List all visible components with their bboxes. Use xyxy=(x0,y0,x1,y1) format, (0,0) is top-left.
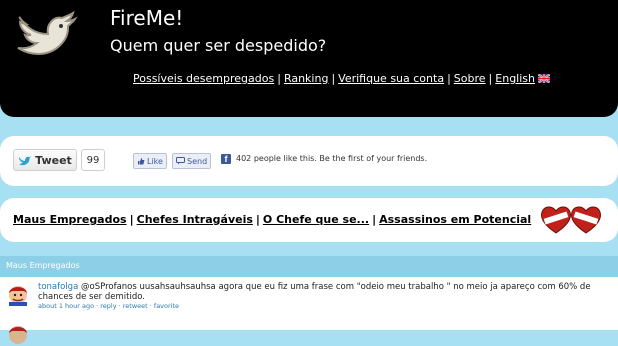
facebook-send-button[interactable]: Send xyxy=(172,153,212,169)
nav-link-verifique-conta[interactable]: Verifique sua conta xyxy=(338,72,444,85)
tweet-count: 99 xyxy=(81,149,105,171)
nav-link-english[interactable]: English xyxy=(495,72,535,85)
category-link-maus-empregados[interactable]: Maus Empregados xyxy=(13,213,127,226)
avatar[interactable] xyxy=(6,282,30,306)
thumbs-up-icon xyxy=(138,158,145,165)
tweet-username[interactable]: tonafolga xyxy=(38,282,78,292)
site-subtitle: Quem quer ser despedido? xyxy=(110,36,327,55)
hearts-icon xyxy=(541,206,601,234)
tweet-meta[interactable]: about 1 hour ago · reply · retweet · fav… xyxy=(38,302,606,311)
facebook-icon: f xyxy=(221,154,231,164)
section-title: Maus Empregados xyxy=(6,261,80,270)
nav-link-possiveis-desempregados[interactable]: Possíveis desempregados xyxy=(133,72,274,85)
tweet-list: tonafolga @oSProfanos uusahsauhsauhsa ag… xyxy=(0,277,618,344)
send-label: Send xyxy=(187,156,208,166)
uk-flag-icon[interactable] xyxy=(538,74,550,83)
twitter-bird-logo-icon xyxy=(17,10,78,56)
twitter-bird-icon xyxy=(19,155,32,165)
like-label: Like xyxy=(147,156,163,166)
category-link-o-chefe-que-se[interactable]: O Chefe que se... xyxy=(263,213,369,226)
tweet-button[interactable]: Tweet xyxy=(13,149,77,171)
facebook-like-button[interactable]: Like xyxy=(133,153,167,169)
list-item xyxy=(0,322,618,344)
main-nav: Possíveis desempregados | Ranking | Verifiqu… xyxy=(133,72,550,85)
social-share-bar: Tweet 99 Like Send f 402 people like thi… xyxy=(0,136,618,186)
facebook-like-count-text: 402 people like this. Be the first of yo… xyxy=(236,154,428,163)
tweet-label: Tweet xyxy=(35,153,72,167)
tweet-text: @oSProfanos uusahsauhsauhsa agora que eu… xyxy=(38,282,591,302)
tweet-body: tonafolga @oSProfanos uusahsauhsauhsa ag… xyxy=(38,282,606,311)
category-link-chefes-intragaveis[interactable]: Chefes Intragáveis xyxy=(137,213,253,226)
nav-link-sobre[interactable]: Sobre xyxy=(454,72,486,85)
send-icon xyxy=(176,157,185,165)
avatar[interactable] xyxy=(6,322,30,346)
category-nav: Maus Empregados | Chefes Intragáveis | O Che… xyxy=(13,213,532,226)
section-header: Maus Empregados xyxy=(0,256,618,277)
list-item: tonafolga @oSProfanos uusahsauhsauhsa ag… xyxy=(0,282,618,314)
site-header: FireMe! Quem quer ser despedido? Possíve… xyxy=(0,0,618,117)
site-title: FireMe! xyxy=(110,6,184,30)
nav-link-ranking[interactable]: Ranking xyxy=(284,72,329,85)
category-bar: Maus Empregados | Chefes Intragáveis | O Che… xyxy=(0,198,618,242)
category-link-assassinos-em-potencial[interactable]: Assassinos em Potencial xyxy=(379,213,531,226)
